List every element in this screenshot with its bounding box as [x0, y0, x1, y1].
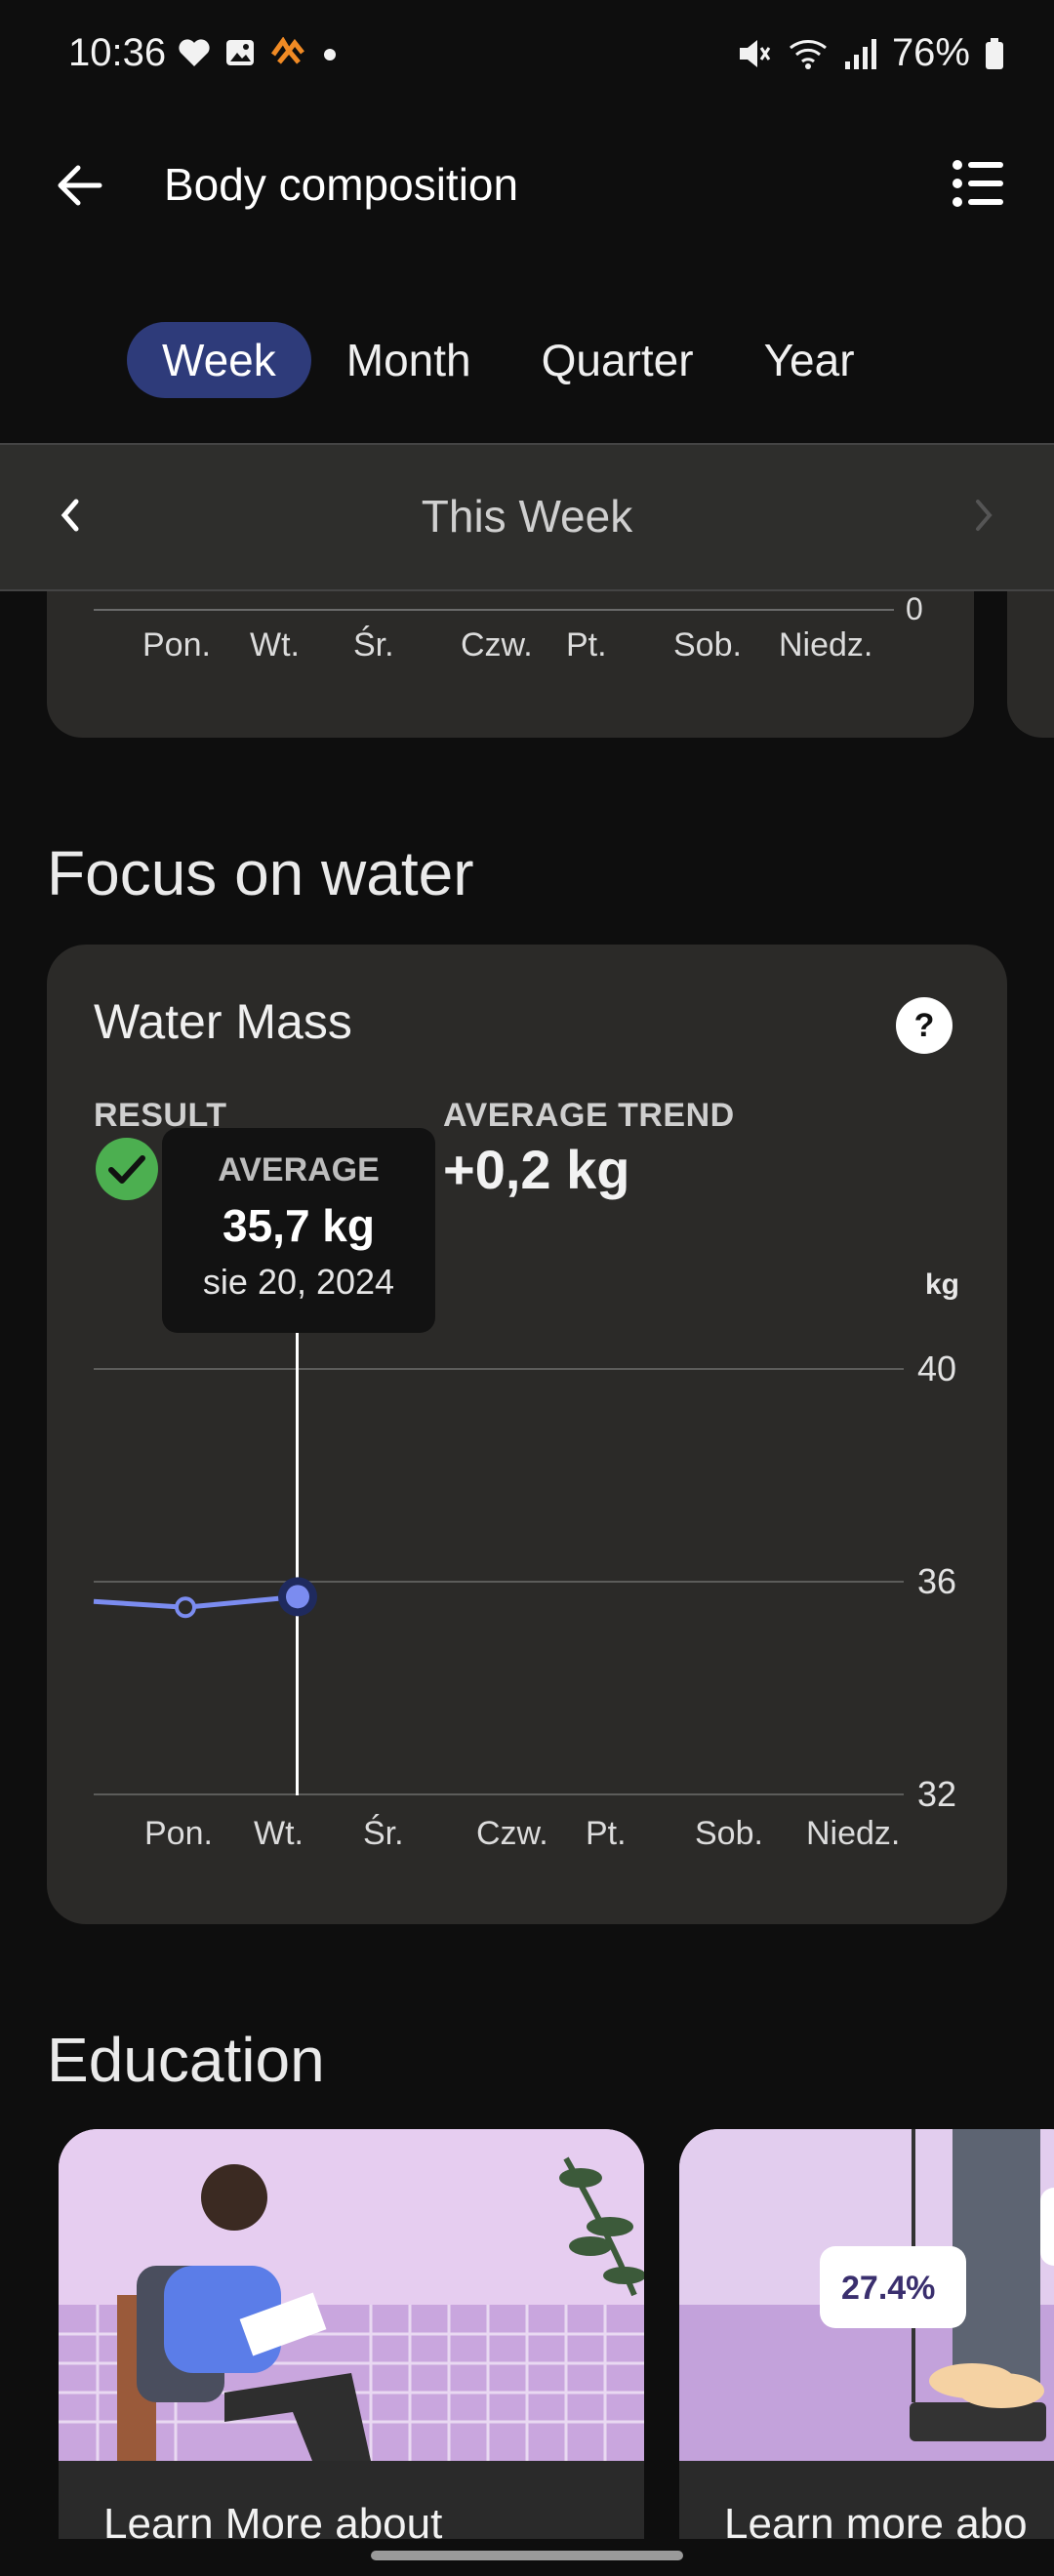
data-point[interactable] — [175, 1596, 196, 1619]
average-tooltip: AVERAGE 35,7 kg sie 20, 2024 — [162, 1128, 435, 1333]
education-card-title: Learn More about — [103, 2500, 443, 2539]
water-mass-plot[interactable] — [0, 0, 1054, 1952]
education-card-footer: Learn more abo — [679, 2461, 1054, 2539]
x-tick-label: Sob. — [695, 1815, 763, 1852]
selected-data-point[interactable] — [286, 1585, 309, 1609]
education-card-footer: Learn More about — [59, 2461, 644, 2539]
education-card-title: Learn more abo — [724, 2500, 1028, 2539]
tooltip-label: AVERAGE — [218, 1151, 380, 1188]
x-tick-label: Czw. — [476, 1815, 548, 1852]
reading-person-illustration — [59, 2129, 644, 2461]
home-indicator[interactable] — [371, 2551, 683, 2560]
x-tick-label: Śr. — [363, 1815, 404, 1852]
education-card[interactable]: Learn More about — [59, 2129, 644, 2539]
series-line — [93, 1598, 186, 1610]
x-tick-label: Pt. — [586, 1815, 627, 1852]
tooltip-value: 35,7 kg — [223, 1200, 375, 1251]
tooltip-date: sie 20, 2024 — [202, 1262, 395, 1302]
body-fat-badge: 27.4% — [841, 2270, 936, 2307]
x-tick-label: Pon. — [144, 1815, 213, 1852]
education-card[interactable]: 27.4% Learn more abo — [679, 2129, 1054, 2539]
x-tick-label: Wt. — [254, 1815, 304, 1852]
education-heading: Education — [47, 2025, 325, 2095]
x-tick-label: Niedz. — [806, 1815, 901, 1852]
